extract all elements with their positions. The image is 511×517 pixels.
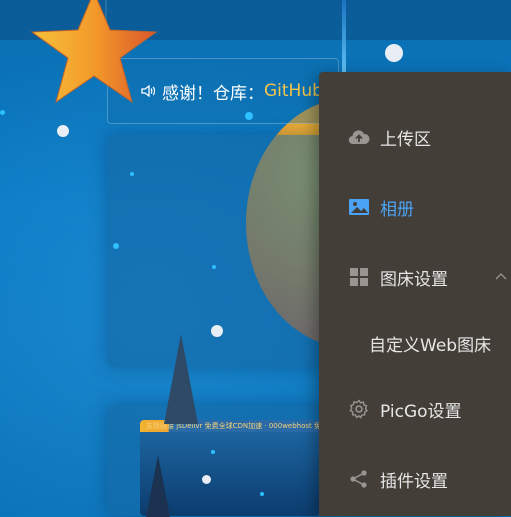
menu-item-label: 自定义Web图床 [369, 335, 492, 356]
spike-decoration [164, 334, 198, 424]
sparkle-dot [260, 492, 264, 496]
spike-decoration [146, 455, 170, 517]
snow-dot [57, 125, 69, 137]
menu-item-picbed-settings[interactable]: 图床设置 [319, 249, 511, 305]
menu-item-picgo-settings[interactable]: PicGo设置 [319, 381, 511, 437]
menu-item-plugin-settings[interactable]: 插件设置 [319, 451, 511, 507]
image-icon [348, 196, 370, 218]
menu-item-label: 相册 [380, 199, 414, 220]
gear-icon [348, 398, 370, 420]
chevron-up-icon[interactable] [495, 271, 507, 283]
sparkle-dot [0, 110, 5, 115]
menu-item-label: 图床设置 [380, 269, 448, 290]
snow-dot [202, 475, 211, 484]
sparkle-dot [130, 172, 134, 176]
side-menu: 上传区 相册 图床设置 自定义Web图床 PicGo设置 插件设置 [319, 72, 511, 516]
notice-text: 感谢！仓库： [162, 83, 264, 104]
sparkle-dot [211, 450, 215, 454]
snow-dot [211, 325, 223, 337]
cloud-upload-icon [348, 126, 370, 148]
star-icon [30, 0, 158, 104]
share-icon [348, 468, 370, 490]
menu-item-custom-web-picbed[interactable]: 自定义Web图床 [319, 315, 511, 371]
snow-dot [385, 44, 403, 62]
grid-icon [348, 266, 370, 288]
sparkle-dot [212, 265, 216, 269]
menu-item-label: PicGo设置 [380, 401, 462, 422]
menu-item-upload[interactable]: 上传区 [319, 109, 511, 165]
menu-item-gallery[interactable]: 相册 [319, 179, 511, 235]
sparkle-dot [245, 112, 253, 120]
repo-link[interactable]: GitHub [264, 81, 323, 101]
menu-item-label: 插件设置 [380, 471, 448, 492]
sparkle-dot [113, 243, 119, 249]
menu-item-label: 上传区 [380, 129, 431, 150]
